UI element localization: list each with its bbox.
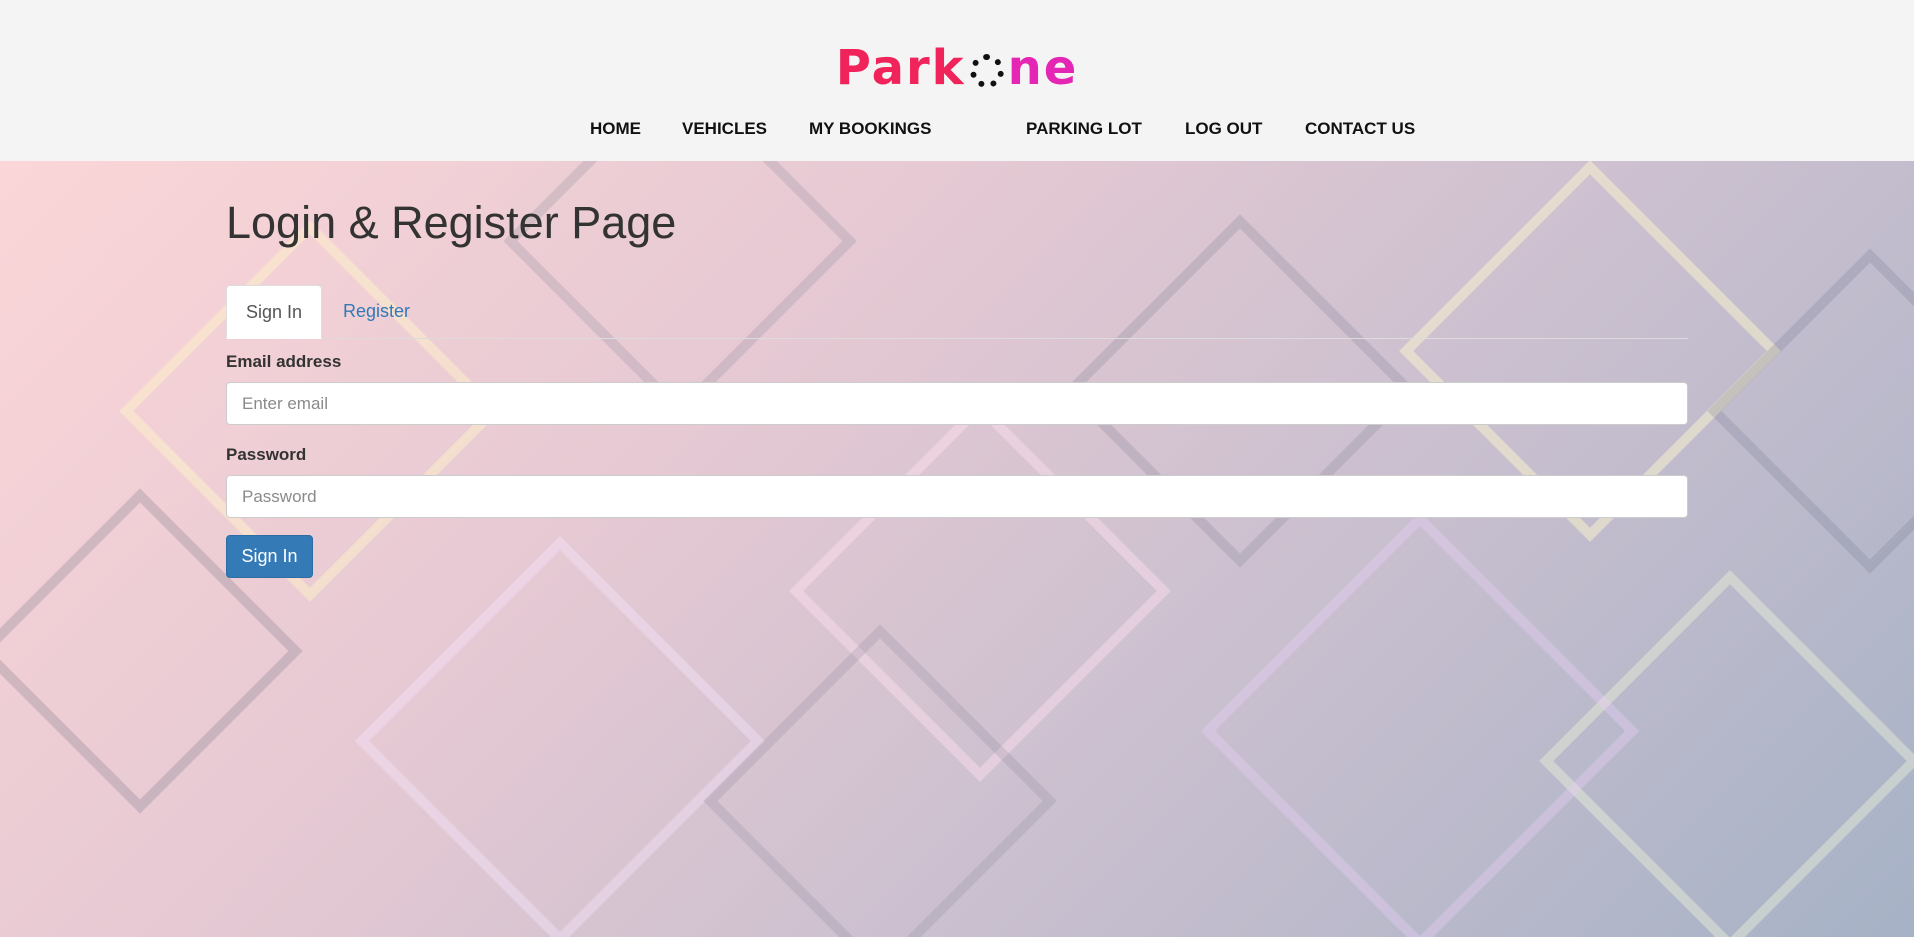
auth-tabs: Sign In Register xyxy=(226,285,1688,339)
wheel-icon xyxy=(969,54,1004,88)
tab-register[interactable]: Register xyxy=(324,285,429,337)
logo-text-ne: ne xyxy=(1007,40,1079,96)
sign-in-button[interactable]: Sign In xyxy=(226,535,313,578)
nav-item-parking-lot[interactable]: PARKING LOT xyxy=(1026,118,1142,140)
email-field[interactable] xyxy=(226,382,1688,425)
password-label: Password xyxy=(226,445,307,464)
password-field[interactable] xyxy=(226,475,1688,518)
nav-item-log-out[interactable]: LOG OUT xyxy=(1185,118,1262,140)
tab-sign-in[interactable]: Sign In xyxy=(226,285,323,339)
site-header: Park ne HOME VEHICLES MY BOOKINGS PARKING… xyxy=(0,0,1914,161)
email-label: Email address xyxy=(226,352,342,371)
nav-item-my-bookings[interactable]: MY BOOKINGS xyxy=(809,118,931,140)
main-nav: HOME VEHICLES MY BOOKINGS PARKING LOT LO… xyxy=(0,118,1914,140)
page: Park ne HOME VEHICLES MY BOOKINGS PARKING… xyxy=(0,0,1914,937)
page-title: Login & Register Page xyxy=(226,197,677,248)
logo-text-park: Park xyxy=(835,40,966,96)
nav-item-vehicles[interactable]: VEHICLES xyxy=(682,118,767,140)
parkone-logo[interactable]: Park ne xyxy=(0,40,1914,96)
nav-item-home[interactable]: HOME xyxy=(590,118,641,140)
nav-item-contact-us[interactable]: CONTACT US xyxy=(1305,118,1415,140)
